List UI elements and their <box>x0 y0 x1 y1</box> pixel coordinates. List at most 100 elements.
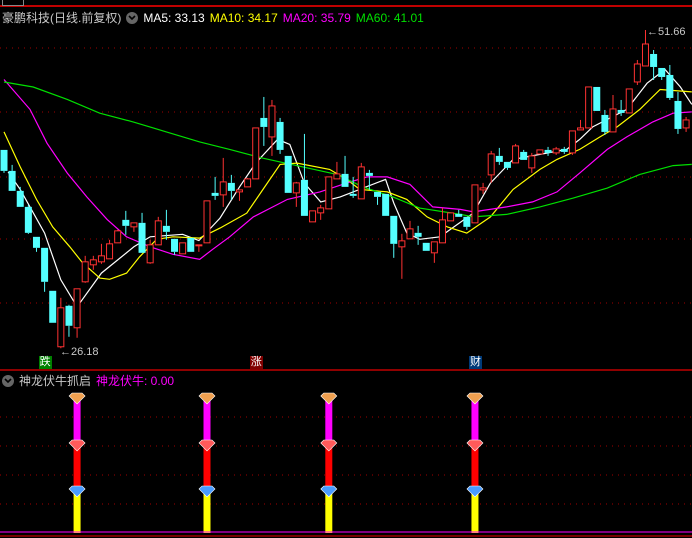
candle-up <box>609 94 617 133</box>
candle-down <box>601 109 609 135</box>
candle-up <box>487 150 495 183</box>
candle-down <box>41 247 49 292</box>
candle-body <box>617 109 625 113</box>
candle-up <box>568 130 576 155</box>
candle-body <box>284 155 292 193</box>
candle-up <box>357 162 365 200</box>
candle-body <box>674 100 682 129</box>
candle-body <box>641 43 649 67</box>
candle-body <box>114 230 122 244</box>
candle-body <box>633 63 641 83</box>
candle-body <box>300 179 308 216</box>
candle-body <box>365 172 373 176</box>
candle-up <box>625 88 633 114</box>
gem-icon <box>320 439 338 452</box>
candle-up <box>195 244 203 252</box>
chevron-down-icon[interactable] <box>126 11 139 24</box>
candle-down <box>138 212 146 253</box>
candle-down <box>422 242 430 251</box>
candle-up <box>682 116 690 132</box>
candle-body <box>187 237 195 252</box>
gem-icon <box>198 439 216 452</box>
low-price-label: ←26.18 <box>60 346 99 358</box>
candle-down <box>382 193 390 216</box>
candle-up <box>406 220 414 240</box>
candle-body <box>49 290 57 323</box>
candle-up <box>57 297 65 349</box>
indicator-header: 神龙伏牛抓启 神龙伏牛: 0.00 <box>2 372 174 389</box>
indicator-column <box>320 392 338 533</box>
candle-body <box>341 173 349 187</box>
indicator-segment <box>73 400 81 444</box>
candle-body <box>268 105 276 138</box>
candle-down <box>674 91 682 134</box>
candle-body <box>276 121 284 150</box>
candle-up <box>73 288 81 338</box>
signal-badge-zhang: 涨 <box>249 356 263 369</box>
gem-icon <box>320 485 338 498</box>
candle-body <box>41 247 49 282</box>
candle-body <box>162 225 170 232</box>
candle-up <box>309 210 317 223</box>
indicator-column <box>466 392 484 533</box>
chevron-down-icon[interactable] <box>2 374 14 387</box>
gem-icon <box>198 485 216 498</box>
candle-body <box>430 241 438 254</box>
candle-body <box>528 155 536 169</box>
candle-up <box>106 239 114 260</box>
candle-body <box>106 243 114 260</box>
candle-body <box>235 189 243 193</box>
candle-body <box>32 236 40 248</box>
candle-down <box>593 86 601 111</box>
candle-body <box>560 148 568 152</box>
candle-up <box>292 181 300 207</box>
indicator-name: 神龙伏牛抓启 <box>19 374 92 388</box>
candle-body <box>73 288 81 329</box>
candle-up <box>317 204 325 220</box>
candle-down <box>65 304 73 337</box>
candle-body <box>146 244 154 264</box>
candle-down <box>49 290 57 323</box>
candle-down <box>374 191 382 205</box>
candle-body <box>16 190 24 207</box>
candle-body <box>682 119 690 129</box>
candle-down <box>341 155 349 187</box>
gem-icon <box>68 485 86 498</box>
candle-body <box>309 210 317 223</box>
candle-body <box>512 145 520 164</box>
candle-down <box>260 96 268 146</box>
candle-body <box>495 155 503 162</box>
candle-body <box>390 215 398 244</box>
candle-body <box>471 184 479 224</box>
candle-up <box>97 243 105 264</box>
candle-down <box>171 238 179 255</box>
candle-body <box>414 232 422 237</box>
candle-up <box>252 127 260 180</box>
candles <box>0 29 690 349</box>
signal-badge-die: 跌 <box>38 356 52 369</box>
candle-body <box>463 216 471 227</box>
candle-body <box>650 53 658 67</box>
candle-body <box>601 114 609 132</box>
gem-icon <box>68 392 86 405</box>
candle-up <box>512 143 520 164</box>
candle-down <box>24 204 32 234</box>
candle-down <box>658 67 666 80</box>
candle-body <box>260 117 268 127</box>
candle-body <box>374 191 382 197</box>
candle-up <box>577 119 585 131</box>
high-price-label: ←51.66 <box>647 26 686 38</box>
candle-body <box>195 244 203 247</box>
candle-up <box>471 184 479 224</box>
candle-body <box>520 151 528 160</box>
indicator-segment <box>203 400 211 444</box>
candle-down <box>300 133 308 216</box>
candle-body <box>609 108 617 133</box>
chart-header: 豪鹏科技(日线.前复权) MA5: 33.13 MA10: 34.17 MA20… <box>2 9 424 26</box>
candle-down <box>544 146 552 156</box>
gem-icon <box>466 439 484 452</box>
candle-down <box>32 236 40 252</box>
candle-body <box>447 212 455 222</box>
candle-body <box>585 86 593 129</box>
candle-body <box>568 130 576 154</box>
